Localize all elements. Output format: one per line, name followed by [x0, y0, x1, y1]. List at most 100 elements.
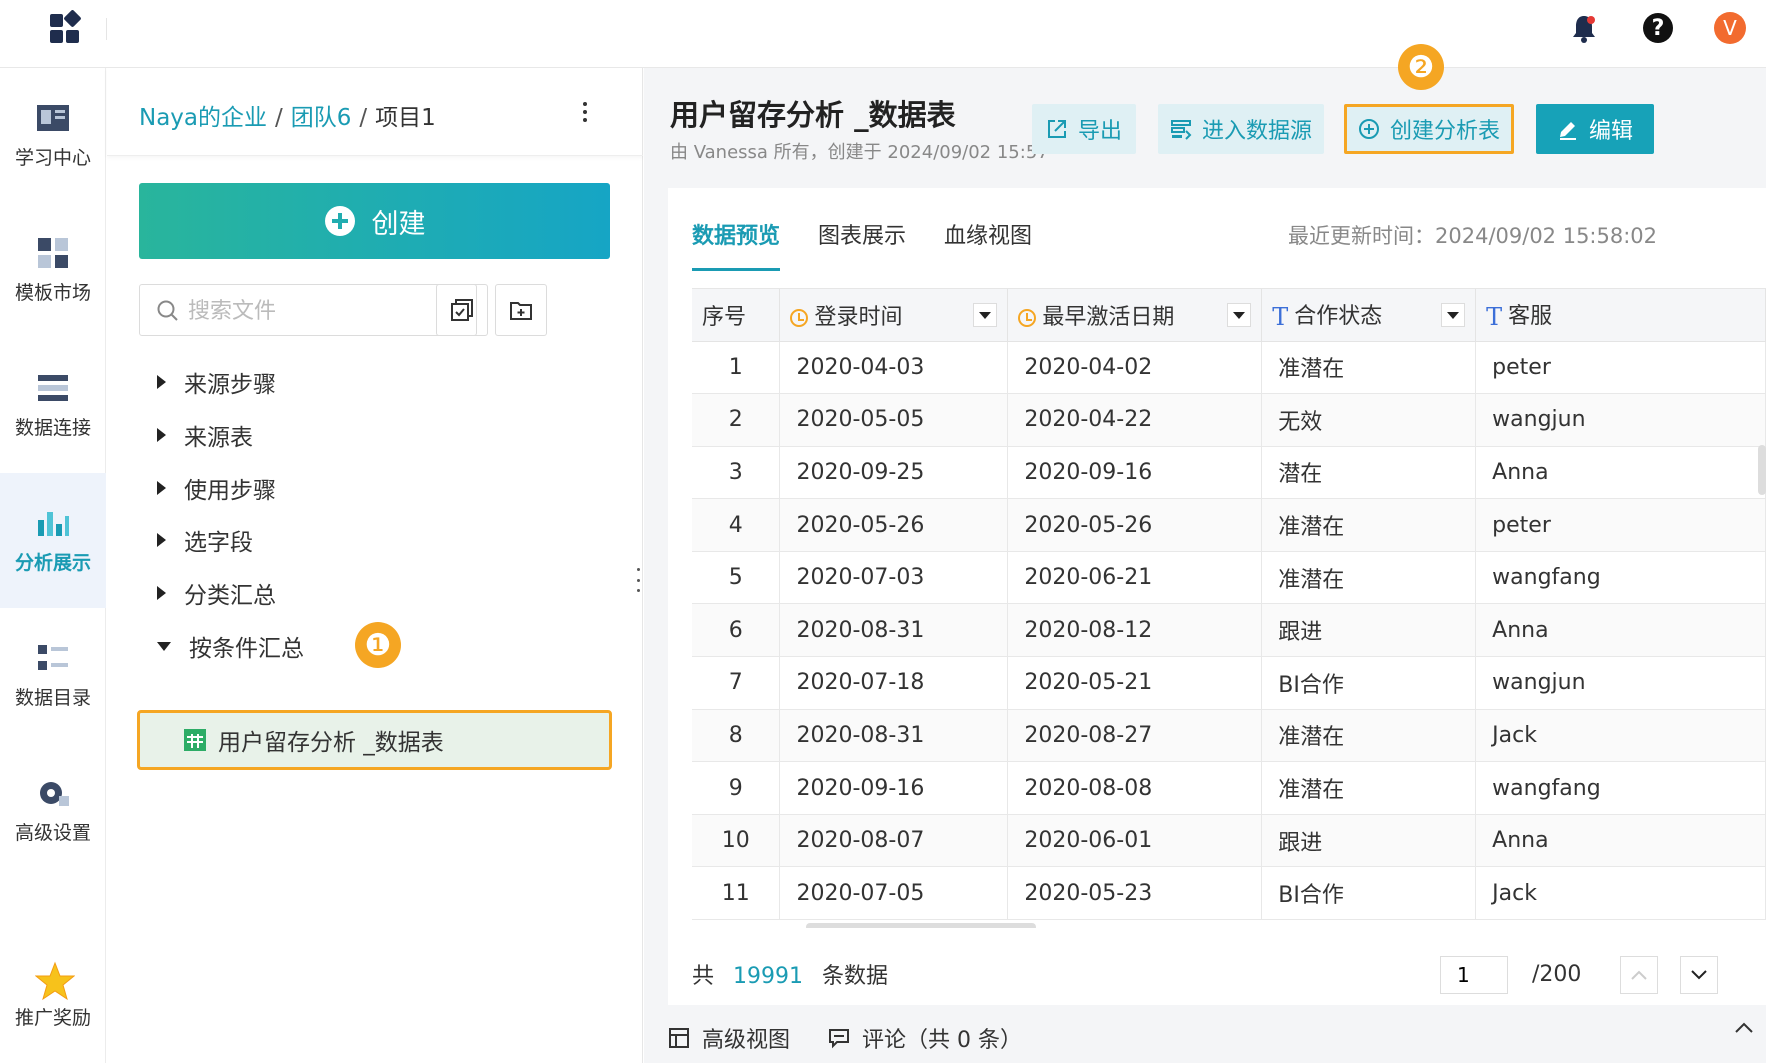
nav-item-analysis[interactable]: 分析展示 — [0, 473, 106, 608]
new-folder-button[interactable] — [495, 284, 547, 336]
table-cell: 2 — [692, 393, 781, 447]
table-row[interactable]: 5 2020-07-03 2020-06-21 准潜在 wangfang — [692, 551, 1766, 605]
prev-page-button[interactable] — [1620, 956, 1658, 994]
comments-button[interactable]: 评论（共 0 条） — [828, 1022, 1022, 1054]
table-row[interactable]: 6 2020-08-31 2020-08-12 跟进 Anna — [692, 603, 1766, 658]
page-number-input[interactable] — [1440, 956, 1508, 994]
table-cell: 跟进 — [1261, 814, 1477, 868]
plus-circle-icon — [1358, 119, 1379, 139]
table-cell: Jack — [1475, 866, 1766, 921]
dropdown-icon[interactable] — [1227, 303, 1252, 327]
table-row[interactable]: 1 2020-04-03 2020-04-02 准潜在 peter — [692, 341, 1766, 395]
table-cell: 5 — [692, 551, 781, 605]
more-menu-icon[interactable] — [575, 96, 595, 128]
table-cell: 准潜在 — [1261, 341, 1477, 395]
tree-folder[interactable]: 使用步骤 — [157, 468, 276, 508]
breadcrumb-team[interactable]: 团队6 — [291, 105, 352, 131]
avatar[interactable]: V — [1714, 12, 1746, 44]
table-row[interactable]: 11 2020-07-05 2020-05-23 BI合作 Jack — [692, 866, 1766, 921]
create-button[interactable]: 创建 — [139, 183, 610, 259]
nav-item-settings[interactable]: 高级设置 — [0, 743, 106, 878]
nav-item-rewards[interactable]: 推广奖励 — [0, 928, 106, 1063]
nav-item-templates[interactable]: 模板市场 — [0, 203, 106, 338]
table-cell: peter — [1475, 341, 1766, 395]
tree-folder[interactable]: 选字段 — [157, 520, 253, 560]
datasource-icon — [1170, 120, 1192, 140]
nav-label: 模板市场 — [14, 282, 91, 304]
expand-arrow-icon — [157, 375, 166, 389]
nav-label: 高级设置 — [14, 822, 91, 844]
table-cell: 无效 — [1261, 393, 1477, 447]
nav-label: 数据目录 — [14, 687, 91, 709]
plus-circle-icon — [324, 206, 355, 236]
nav-item-data-connect[interactable]: 数据连接 — [0, 338, 106, 473]
expand-arrow-icon — [157, 481, 166, 495]
tree-folder-expanded[interactable]: 按条件汇总 — [157, 626, 304, 666]
resize-handle[interactable] — [632, 568, 644, 592]
table-cell: BI合作 — [1261, 656, 1477, 710]
table-row[interactable]: 4 2020-05-26 2020-05-26 准潜在 peter — [692, 498, 1766, 552]
horizontal-scrollbar[interactable] — [806, 923, 1036, 928]
table-row[interactable]: 9 2020-09-16 2020-08-08 准潜在 wangfang — [692, 761, 1766, 815]
tab-chart-view[interactable]: 图表展示 — [818, 218, 906, 268]
advanced-view-button[interactable]: 高级视图 — [668, 1022, 790, 1054]
column-header[interactable]: 最早激活日期 — [1007, 289, 1263, 342]
create-analysis-button[interactable]: 创建分析表 — [1344, 104, 1514, 154]
table-footer: 共 19991 条数据 /200 — [692, 956, 1766, 998]
book-icon — [35, 101, 71, 135]
clock-icon — [1018, 308, 1037, 327]
tree-folder[interactable]: 来源步骤 — [157, 362, 276, 402]
table-cell: 2020-05-26 — [779, 498, 1009, 552]
file-item-selected[interactable]: 用户留存分析 _数据表 — [137, 710, 612, 770]
page-subtitle: 由 Vanessa 所有，创建于 2024/09/02 15:57 — [670, 142, 1049, 163]
chevron-up-icon — [1735, 1022, 1753, 1033]
table-row[interactable]: 3 2020-09-25 2020-09-16 潜在 Anna — [692, 446, 1766, 500]
search-input[interactable] — [188, 293, 468, 329]
table-cell: 2020-07-18 — [779, 656, 1009, 710]
table-cell: 3 — [692, 446, 781, 500]
tab-lineage-view[interactable]: 血缘视图 — [944, 218, 1032, 268]
breadcrumb-bar: Naya的企业 / 团队6 / 项目1 — [107, 68, 643, 156]
dropdown-icon[interactable] — [973, 303, 998, 327]
expand-arrow-icon — [157, 586, 166, 600]
table-cell: 2020-08-27 — [1007, 709, 1263, 763]
tree-folder[interactable]: 分类汇总 — [157, 573, 276, 613]
collapse-panel-button[interactable] — [1734, 1022, 1754, 1034]
folder-add-icon — [510, 302, 532, 320]
table-row[interactable]: 2 2020-05-05 2020-04-22 无效 wangjun — [692, 393, 1766, 447]
nav-label: 学习中心 — [14, 147, 91, 169]
table-cell: 6 — [692, 603, 781, 658]
export-button[interactable]: 导出 — [1032, 104, 1136, 154]
table-row[interactable]: 7 2020-07-18 2020-05-21 BI合作 wangjun — [692, 656, 1766, 710]
column-header[interactable]: T 合作状态 — [1261, 289, 1477, 342]
tab-data-preview[interactable]: 数据预览 — [692, 218, 781, 271]
help-icon[interactable]: ? — [1643, 13, 1673, 43]
create-label: 创建 — [371, 208, 426, 240]
column-header[interactable]: 序号 — [692, 289, 781, 342]
vertical-scrollbar[interactable] — [1758, 445, 1766, 495]
table-cell: 2020-08-07 — [779, 814, 1009, 868]
column-header[interactable]: 登录时间 — [779, 289, 1009, 342]
chevron-up-icon — [1631, 970, 1647, 980]
batch-select-button[interactable] — [436, 284, 488, 336]
breadcrumb-org[interactable]: Naya的企业 — [139, 105, 267, 131]
table-cell: 9 — [692, 761, 781, 815]
enter-datasource-button[interactable]: 进入数据源 — [1158, 104, 1324, 154]
apps-grid-icon[interactable] — [48, 9, 82, 46]
nav-item-learning[interactable]: 学习中心 — [0, 68, 106, 203]
dropdown-icon[interactable] — [1441, 303, 1466, 327]
table-cell: 2020-08-08 — [1007, 761, 1263, 815]
tree-folder[interactable]: 来源表 — [157, 415, 253, 455]
left-nav: 学习中心 模板市场 数据连接 分析展示 数据目录 高级设置 推广奖励 — [0, 68, 106, 1063]
table-cell: 2020-05-05 — [779, 393, 1009, 447]
top-bar: ? V — [0, 0, 1766, 68]
table-row[interactable]: 10 2020-08-07 2020-06-01 跟进 Anna — [692, 814, 1766, 868]
bell-icon[interactable] — [1567, 12, 1601, 46]
table-row[interactable]: 8 2020-08-31 2020-08-27 准潜在 Jack — [692, 709, 1766, 763]
breadcrumb: Naya的企业 / 团队6 / 项目1 — [139, 98, 436, 132]
edit-button[interactable]: 编辑 — [1536, 104, 1654, 154]
column-header[interactable]: T 客服 — [1475, 289, 1766, 342]
next-page-button[interactable] — [1680, 956, 1718, 994]
table-cell: wangfang — [1475, 551, 1766, 605]
nav-item-catalog[interactable]: 数据目录 — [0, 608, 106, 743]
